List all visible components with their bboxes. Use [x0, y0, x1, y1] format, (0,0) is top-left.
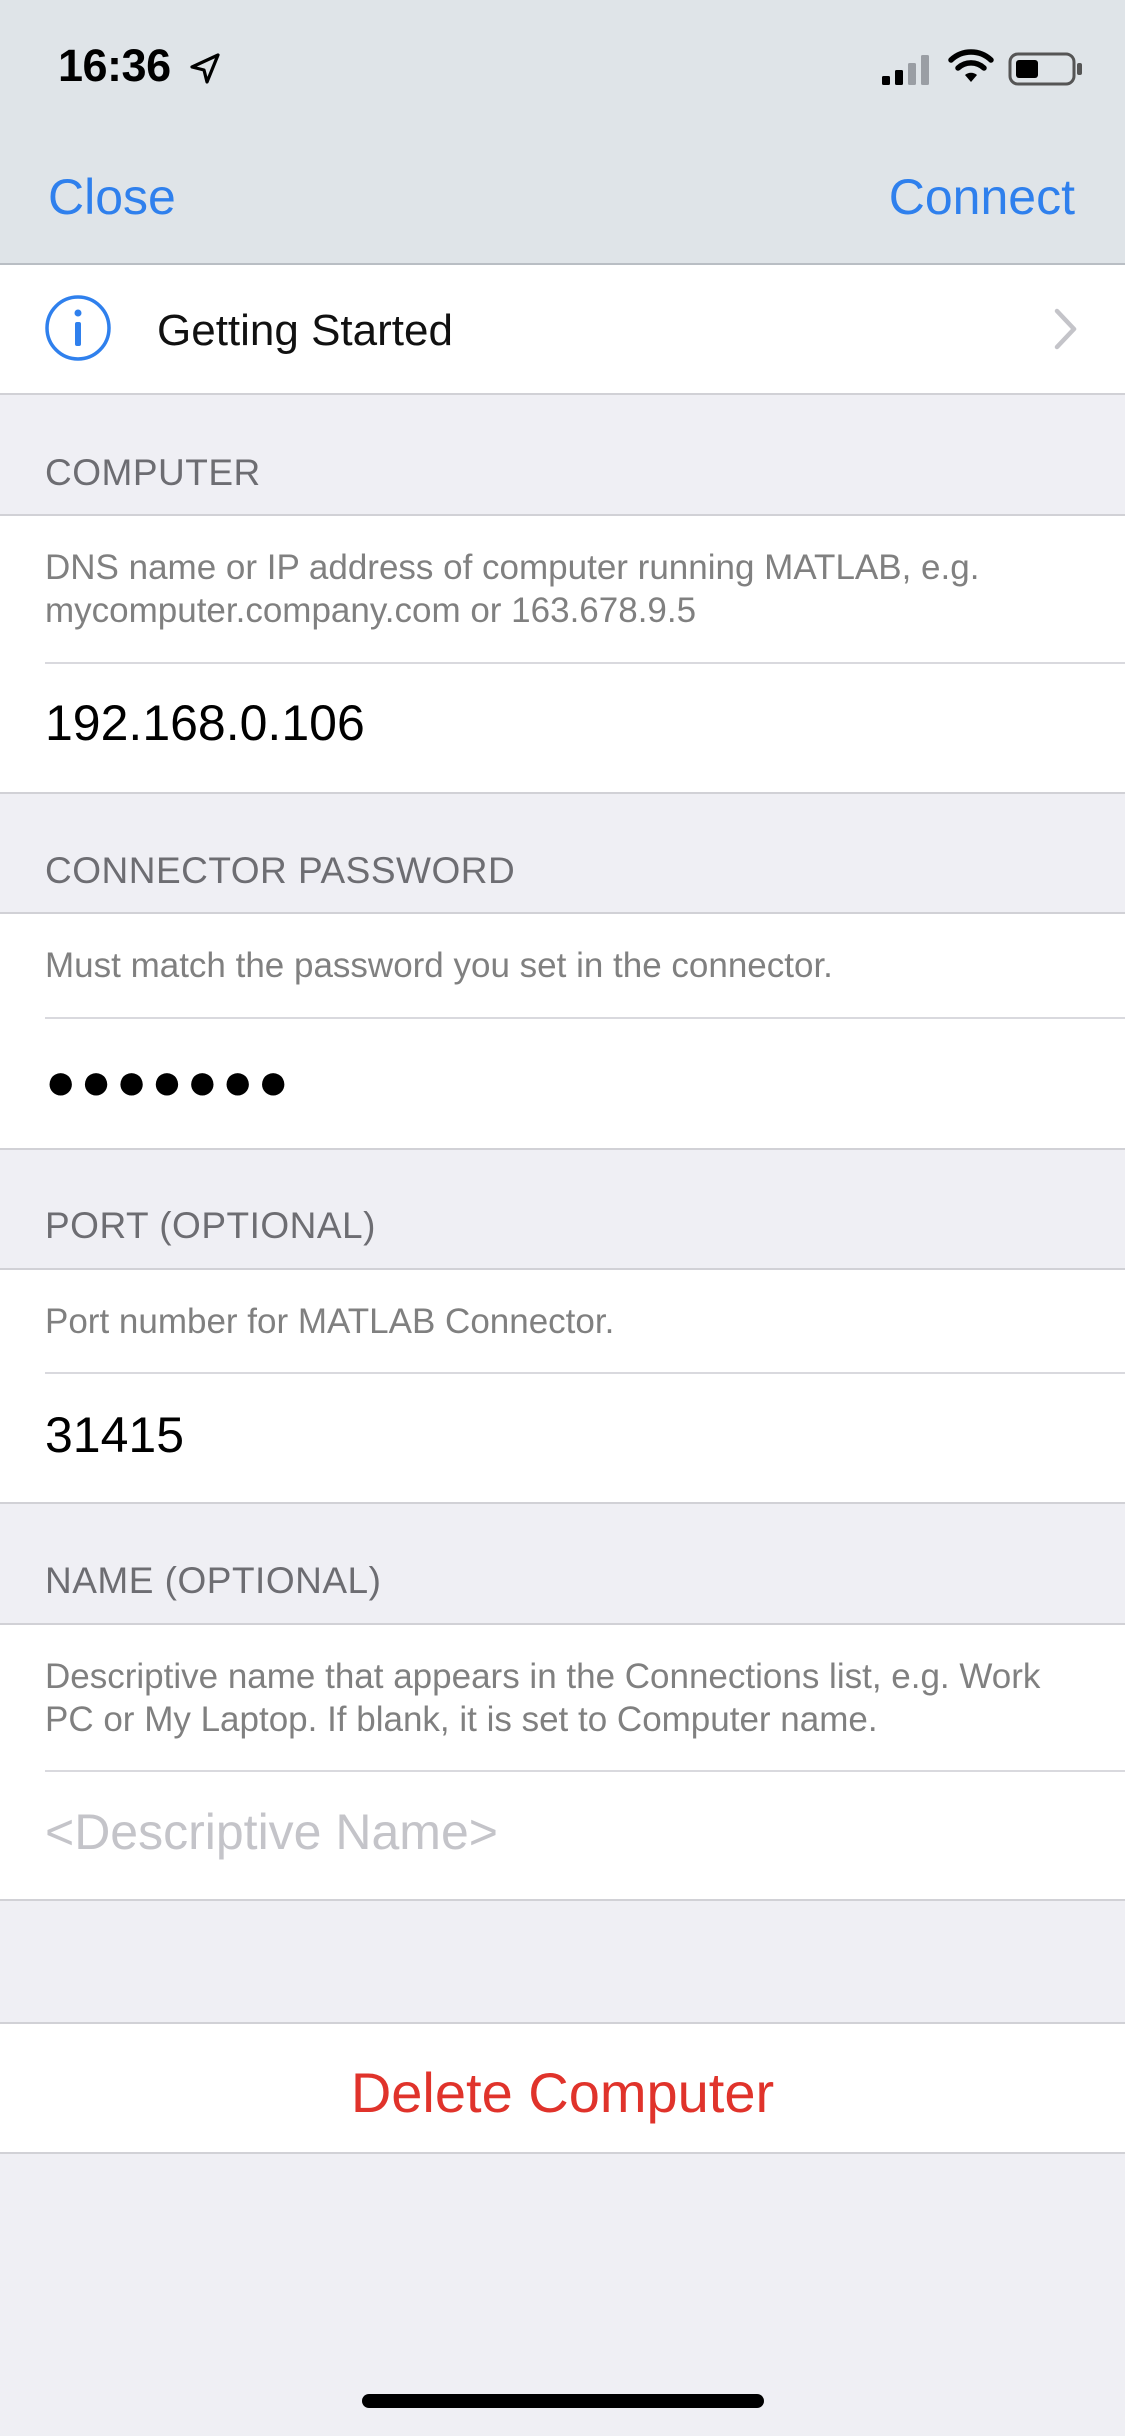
- port-hint: Port number for MATLAB Connector.: [45, 1302, 615, 1341]
- computer-section-header: COMPUTER: [45, 452, 261, 493]
- divider: [45, 1770, 1125, 1772]
- divider: [45, 1372, 1125, 1374]
- port-field[interactable]: 31415: [45, 1406, 184, 1464]
- name-hint: Descriptive name that appears in the Con…: [45, 1657, 1041, 1739]
- port-section-header: PORT (OPTIONAL): [45, 1205, 376, 1246]
- status-time: 16:36: [58, 40, 171, 91]
- battery-icon: [1008, 52, 1082, 86]
- delete-computer-button[interactable]: Delete Computer: [0, 2022, 1125, 2154]
- password-section: Must match the password you set in the c…: [0, 912, 1125, 1150]
- port-section: Port number for MATLAB Connector. 31415: [0, 1268, 1125, 1504]
- chevron-right-icon: [1054, 308, 1077, 350]
- computer-section: DNS name or IP address of computer runni…: [0, 514, 1125, 794]
- info-icon: [45, 295, 111, 361]
- delete-computer-label: Delete Computer: [350, 2061, 775, 2124]
- password-field[interactable]: ●●●●●●●: [45, 1052, 293, 1112]
- computer-address-field[interactable]: 192.168.0.106: [45, 694, 365, 752]
- computer-hint: DNS name or IP address of computer runni…: [45, 548, 980, 630]
- cellular-signal-icon: [882, 55, 929, 85]
- close-button[interactable]: Close: [48, 168, 176, 226]
- divider: [45, 662, 1125, 664]
- name-section-header: NAME (OPTIONAL): [45, 1560, 382, 1601]
- name-section: Descriptive name that appears in the Con…: [0, 1623, 1125, 1901]
- connect-button[interactable]: Connect: [889, 168, 1075, 226]
- navigation-bar: 16:36 Close Connect: [0, 0, 1125, 265]
- wifi-icon: [948, 49, 994, 82]
- location-arrow-icon: [190, 53, 220, 84]
- password-hint: Must match the password you set in the c…: [45, 946, 833, 985]
- divider: [45, 1017, 1125, 1019]
- password-section-header: CONNECTOR PASSWORD: [45, 850, 516, 891]
- home-indicator[interactable]: [362, 2394, 764, 2408]
- getting-started-label: Getting Started: [157, 306, 453, 355]
- descriptive-name-field[interactable]: <Descriptive Name>: [45, 1803, 498, 1861]
